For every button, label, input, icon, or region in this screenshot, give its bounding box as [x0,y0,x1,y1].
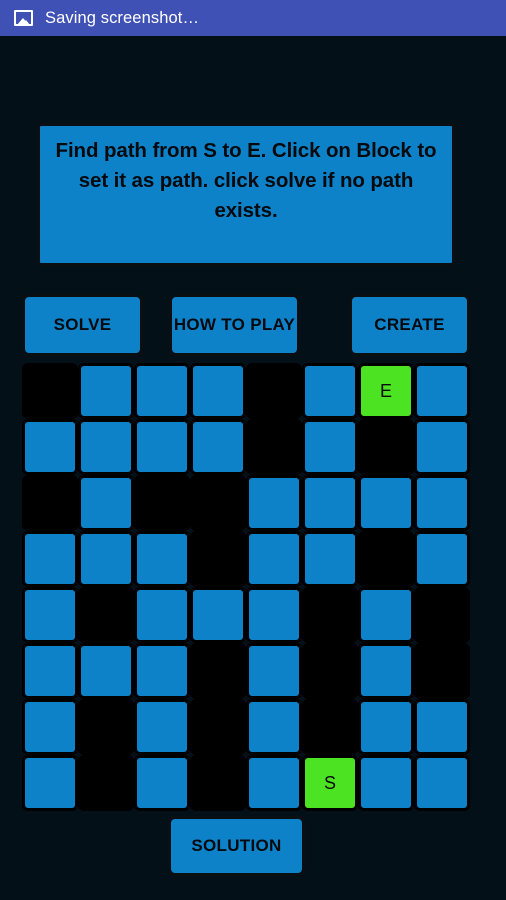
maze-cell-r4-c4 [190,531,246,587]
maze-cell-r3-c7[interactable] [358,475,414,531]
solve-button[interactable]: SOLVE [22,294,143,356]
maze-cell-r5-c1[interactable] [22,587,78,643]
maze-cell-r1-c8[interactable] [414,363,470,419]
maze-cell-r8-c8[interactable] [414,755,470,811]
maze-cell-r5-c3[interactable] [134,587,190,643]
maze-cell-r3-c8[interactable] [414,475,470,531]
maze-cell-r5-c4[interactable] [190,587,246,643]
maze-cell-r7-c6 [302,699,358,755]
maze-cell-r5-c5[interactable] [246,587,302,643]
maze-cell-r6-c8 [414,643,470,699]
maze-cell-r6-c6 [302,643,358,699]
maze-cell-r7-c3[interactable] [134,699,190,755]
maze-cell-r6-c4 [190,643,246,699]
maze-cell-r1-c3[interactable] [134,363,190,419]
maze-cell-r1-c5 [246,363,302,419]
maze-cell-r8-c1[interactable] [22,755,78,811]
maze-cell-r1-c7[interactable]: E [358,363,414,419]
solution-button[interactable]: SOLUTION [168,816,305,876]
maze-cell-r1-c1 [22,363,78,419]
maze-cell-r8-c6[interactable]: S [302,755,358,811]
maze-cell-r7-c5[interactable] [246,699,302,755]
maze-cell-r2-c7 [358,419,414,475]
maze-cell-r4-c6[interactable] [302,531,358,587]
maze-cell-r7-c8[interactable] [414,699,470,755]
maze-cell-r3-c2[interactable] [78,475,134,531]
maze-cell-r7-c2 [78,699,134,755]
create-button[interactable]: CREATE [349,294,470,356]
maze-cell-r4-c5[interactable] [246,531,302,587]
maze-cell-r2-c8[interactable] [414,419,470,475]
maze-cell-r8-c5[interactable] [246,755,302,811]
maze-cell-r8-c2 [78,755,134,811]
notification-status-bar: Saving screenshot… [0,0,506,36]
maze-cell-r7-c1[interactable] [22,699,78,755]
maze-cell-r7-c7[interactable] [358,699,414,755]
maze-cell-r6-c5[interactable] [246,643,302,699]
maze-cell-r6-c7[interactable] [358,643,414,699]
toolbar: SOLVE HOW TO PLAY CREATE [0,294,506,356]
maze-cell-r2-c3[interactable] [134,419,190,475]
maze-cell-r3-c3 [134,475,190,531]
maze-cell-r4-c3[interactable] [134,531,190,587]
maze-cell-r2-c4[interactable] [190,419,246,475]
maze-cell-r3-c4 [190,475,246,531]
maze-cell-r4-c8[interactable] [414,531,470,587]
instructions-panel: Find path from S to E. Click on Block to… [37,123,455,266]
maze-cell-r2-c1[interactable] [22,419,78,475]
maze-cell-r1-c2[interactable] [78,363,134,419]
how-to-play-button[interactable]: HOW TO PLAY [169,294,300,356]
maze-cell-r3-c1 [22,475,78,531]
maze-cell-r5-c6 [302,587,358,643]
maze-cell-r7-c4 [190,699,246,755]
maze-cell-r8-c4 [190,755,246,811]
maze-cell-r2-c6[interactable] [302,419,358,475]
maze-cell-r1-c6[interactable] [302,363,358,419]
maze-cell-r8-c3[interactable] [134,755,190,811]
maze-cell-r5-c7[interactable] [358,587,414,643]
maze-cell-r4-c2[interactable] [78,531,134,587]
maze-cell-r4-c1[interactable] [22,531,78,587]
maze-cell-r6-c1[interactable] [22,643,78,699]
maze-cell-r6-c2[interactable] [78,643,134,699]
maze-cell-r1-c4[interactable] [190,363,246,419]
maze-cell-r2-c2[interactable] [78,419,134,475]
image-icon [14,10,33,26]
maze-cell-r6-c3[interactable] [134,643,190,699]
maze-cell-r2-c5 [246,419,302,475]
maze-cell-r3-c6[interactable] [302,475,358,531]
status-bar-text: Saving screenshot… [45,8,200,27]
maze-cell-r5-c8 [414,587,470,643]
app-content: Find path from S to E. Click on Block to… [0,36,506,900]
maze-cell-r4-c7 [358,531,414,587]
maze-grid[interactable]: ES [22,363,470,811]
maze-cell-r8-c7[interactable] [358,755,414,811]
maze-cell-r3-c5[interactable] [246,475,302,531]
maze-cell-r5-c2 [78,587,134,643]
